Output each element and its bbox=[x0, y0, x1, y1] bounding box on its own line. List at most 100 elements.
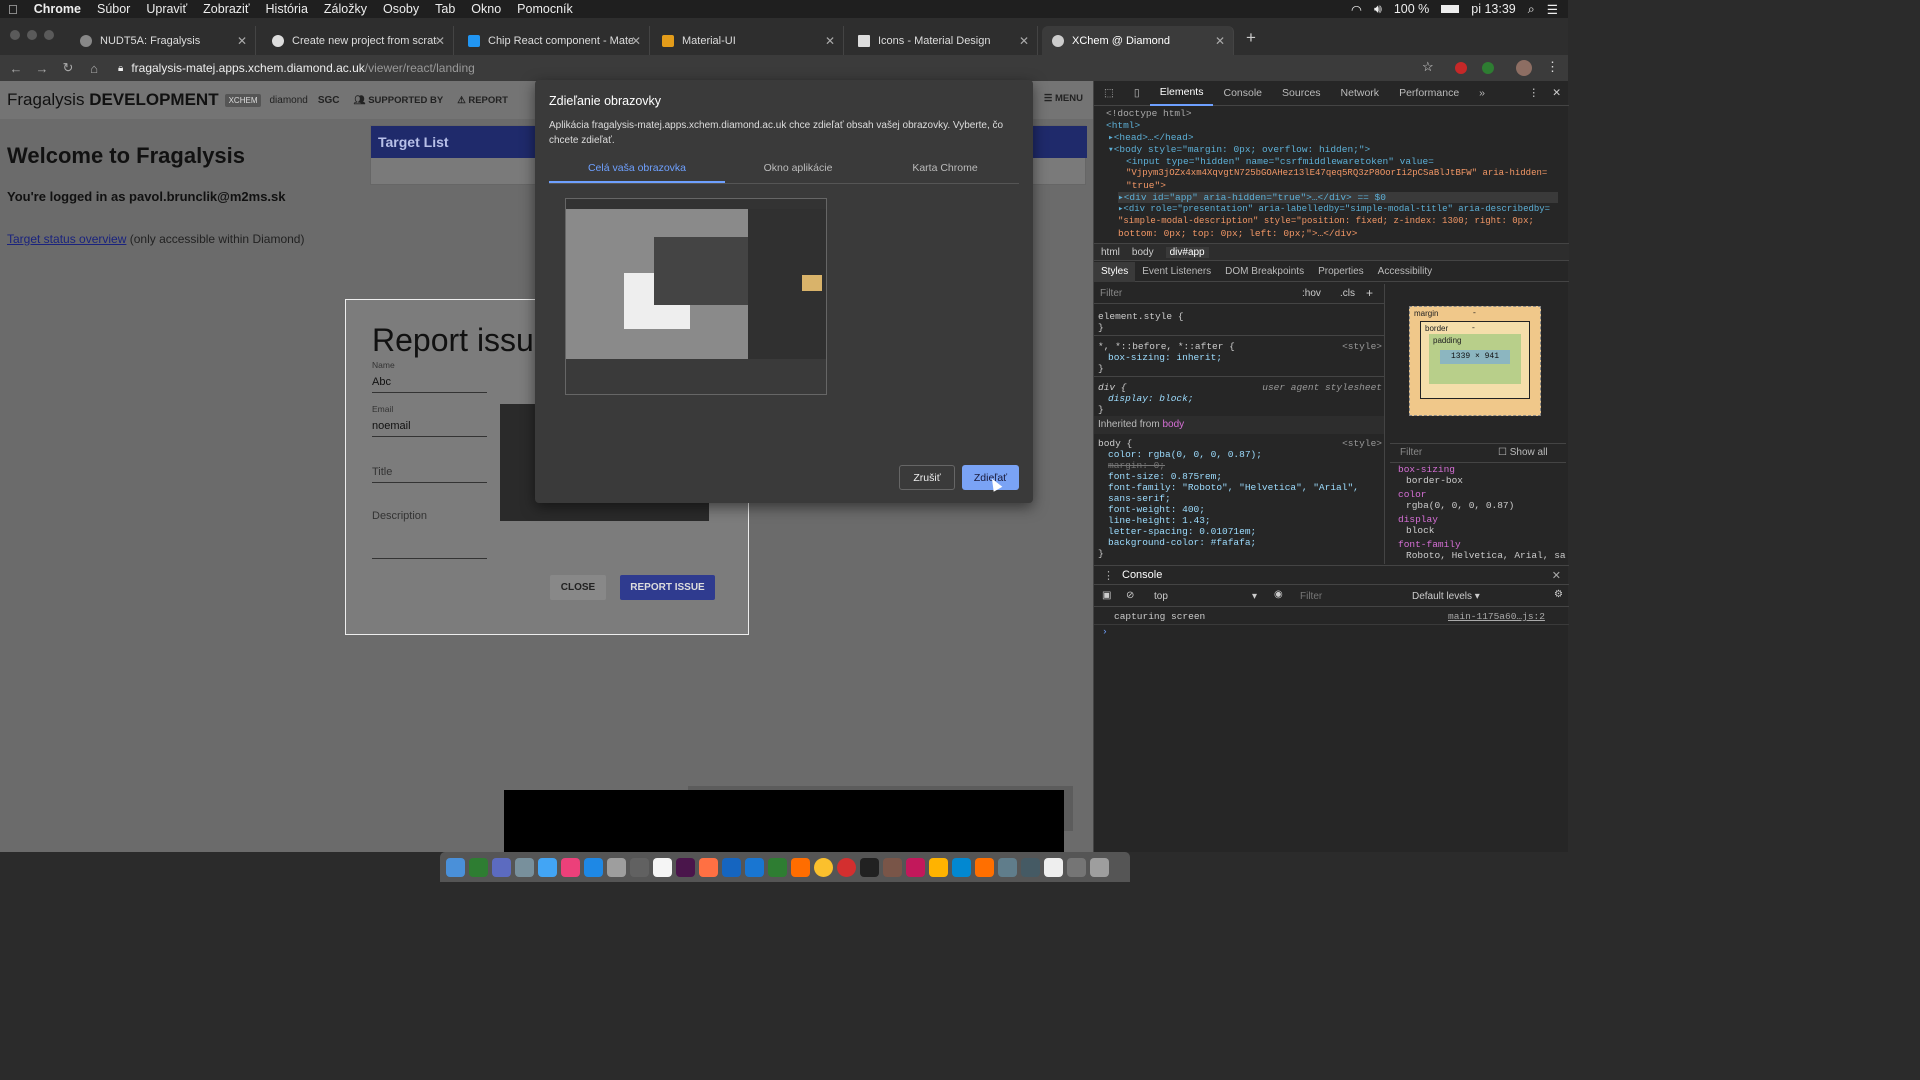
clock[interactable]: pi 13:39 bbox=[1471, 2, 1515, 16]
tab-sources[interactable]: Sources bbox=[1272, 87, 1331, 99]
menu-bookmarks[interactable]: Záložky bbox=[316, 2, 375, 16]
tab-styles[interactable]: Styles bbox=[1094, 261, 1136, 282]
battery-percent[interactable]: 100 % bbox=[1394, 2, 1429, 16]
devtools-menu-icon[interactable]: ⋮ bbox=[1529, 87, 1540, 99]
slack-icon[interactable] bbox=[676, 857, 695, 877]
app-store-icon[interactable] bbox=[584, 857, 603, 877]
computed-filter[interactable]: Filter ☐ Show all bbox=[1390, 443, 1566, 463]
log-levels-select[interactable]: Default levels ▾ bbox=[1412, 591, 1480, 602]
notes-icon[interactable] bbox=[883, 857, 902, 877]
xcode-icon[interactable] bbox=[722, 857, 741, 877]
device-toolbar-icon[interactable]: ▯ bbox=[1124, 87, 1150, 99]
menu-help[interactable]: Pomocník bbox=[509, 2, 581, 16]
messages-icon[interactable] bbox=[538, 857, 557, 877]
zoom-window-icon[interactable] bbox=[44, 30, 54, 40]
css-declaration[interactable]: color: rgba(0, 0, 0, 0.87); bbox=[1108, 449, 1262, 460]
window-controls[interactable] bbox=[10, 30, 54, 40]
intellij-icon[interactable] bbox=[906, 857, 925, 877]
inherited-tag[interactable]: body bbox=[1162, 419, 1184, 430]
tab-chrome-tab[interactable]: Karta Chrome bbox=[871, 162, 1019, 174]
menu-view[interactable]: Zobraziť bbox=[195, 2, 257, 16]
settings-gear-icon[interactable]: ⚙ bbox=[1554, 589, 1563, 600]
css-declaration[interactable]: letter-spacing: 0.01071em; bbox=[1108, 526, 1256, 537]
dom-line[interactable]: "Vjpym3jOZx4xm4XqvgtN725bGOAHez13lE47qeq… bbox=[1126, 168, 1547, 178]
menu-file[interactable]: Súbor bbox=[89, 2, 138, 16]
css-line[interactable]: element.style { bbox=[1098, 311, 1184, 322]
tab-nudt5a[interactable]: NUDT5A: Fragalysis ✕ bbox=[70, 26, 256, 55]
firefox-icon[interactable] bbox=[791, 857, 810, 877]
music-icon[interactable] bbox=[561, 857, 580, 877]
css-declaration[interactable]: background-color: #fafafa; bbox=[1108, 537, 1256, 548]
dom-line[interactable]: ▸<div role="presentation" aria-labelledb… bbox=[1118, 204, 1550, 214]
wifi-icon[interactable]: ◠ bbox=[1351, 2, 1362, 17]
console-source-link[interactable]: main-1175a60…js:2 bbox=[1448, 611, 1545, 622]
downloads-folder-icon[interactable] bbox=[1021, 857, 1040, 877]
close-tab-icon[interactable]: ✕ bbox=[435, 34, 445, 48]
trash-icon[interactable] bbox=[1090, 857, 1109, 877]
cls-toggle[interactable]: .cls bbox=[1340, 288, 1355, 299]
email-input[interactable]: noemail bbox=[372, 420, 487, 432]
dom-line[interactable]: bottom: 0px; top: 0px; left: 0px;">…</di… bbox=[1118, 228, 1357, 239]
crumb-div-app[interactable]: div#app bbox=[1165, 246, 1209, 258]
tab-network[interactable]: Network bbox=[1331, 87, 1390, 99]
bookmark-star-icon[interactable]: ☆ bbox=[1422, 59, 1434, 75]
rule-source-link[interactable]: <style> bbox=[1342, 438, 1382, 449]
close-tab-icon[interactable]: ✕ bbox=[1215, 34, 1225, 48]
close-tab-icon[interactable]: ✕ bbox=[1019, 34, 1029, 48]
close-drawer-icon[interactable]: ✕ bbox=[1552, 569, 1561, 582]
css-declaration[interactable]: font-family: "Roboto", "Helvetica", "Ari… bbox=[1108, 482, 1359, 493]
menu-tab[interactable]: Tab bbox=[427, 2, 463, 16]
opera-icon[interactable] bbox=[837, 857, 856, 877]
dom-line[interactable]: "simple-modal-description" style="positi… bbox=[1118, 216, 1534, 226]
dom-line[interactable]: ▸<head>…</head> bbox=[1108, 132, 1194, 143]
documents-folder-icon[interactable] bbox=[1044, 857, 1063, 877]
tab-material-ui[interactable]: Material-UI ✕ bbox=[652, 26, 844, 55]
apple-icon[interactable]:  bbox=[0, 2, 26, 17]
dom-line[interactable]: "true"> bbox=[1126, 180, 1166, 191]
ublock-icon[interactable] bbox=[1455, 62, 1467, 74]
tab-application-window[interactable]: Okno aplikácie bbox=[725, 162, 871, 174]
excel-icon[interactable] bbox=[768, 857, 787, 877]
menu-window[interactable]: Okno bbox=[463, 2, 509, 16]
tab-properties[interactable]: Properties bbox=[1311, 266, 1371, 277]
report-issue-submit-button[interactable]: REPORT ISSUE bbox=[620, 575, 715, 600]
css-declaration[interactable]: font-weight: 400; bbox=[1108, 504, 1205, 515]
css-rule-body[interactable]: body {<style> bbox=[1098, 438, 1382, 449]
styles-filter-input[interactable]: Filter :hov .cls + bbox=[1094, 284, 1384, 304]
more-tabs-icon[interactable]: » bbox=[1469, 87, 1495, 99]
menu-history[interactable]: História bbox=[258, 2, 316, 16]
tab-accessibility[interactable]: Accessibility bbox=[1371, 266, 1439, 277]
supported-by-button[interactable]: 👥︎ SUPPORTED BY bbox=[354, 95, 444, 106]
word-icon[interactable] bbox=[745, 857, 764, 877]
report-button[interactable]: ⚠︎ REPORT bbox=[457, 95, 508, 106]
tab-dom-breakpoints[interactable]: DOM Breakpoints bbox=[1218, 266, 1311, 277]
tab-xchem[interactable]: XChem @ Diamond ✕ bbox=[1042, 26, 1234, 55]
computed-prop[interactable]: display block bbox=[1398, 514, 1568, 536]
dom-line[interactable]: ▾<body style="margin: 0px; overflow: hid… bbox=[1108, 144, 1370, 155]
title-input[interactable]: Title bbox=[372, 466, 487, 478]
sidebar-toggle-icon[interactable]: ▣ bbox=[1102, 590, 1111, 601]
terminal-icon[interactable] bbox=[860, 857, 879, 877]
tab-entire-screen[interactable]: Celá vaša obrazovka bbox=[549, 162, 725, 174]
new-tab-button[interactable]: + bbox=[1246, 28, 1256, 48]
volume-icon[interactable]: 🔊︎ bbox=[1374, 2, 1382, 17]
back-icon[interactable]: ← bbox=[6, 61, 26, 76]
eye-icon[interactable]: ◉ bbox=[1274, 589, 1283, 600]
close-window-icon[interactable] bbox=[10, 30, 20, 40]
console-filter-input[interactable]: Filter bbox=[1300, 591, 1322, 602]
console-prompt[interactable]: › bbox=[1102, 626, 1108, 637]
name-field[interactable]: Name Abc bbox=[372, 360, 487, 393]
close-tab-icon[interactable]: ✕ bbox=[825, 34, 835, 48]
drawer-menu-icon[interactable]: ⋮ bbox=[1103, 569, 1114, 582]
show-all-checkbox[interactable]: ☐ Show all bbox=[1498, 447, 1548, 458]
dom-line-selected[interactable]: ▸<div id="app" aria-hidden="true">…</div… bbox=[1118, 192, 1558, 203]
title-field[interactable]: Title bbox=[372, 466, 487, 483]
dom-line[interactable]: <input type="hidden" name="csrfmiddlewar… bbox=[1126, 156, 1434, 167]
brand-title[interactable]: Fragalysis DEVELOPMENT bbox=[0, 90, 219, 110]
postman-icon[interactable] bbox=[699, 857, 718, 877]
avatar[interactable] bbox=[1516, 60, 1532, 76]
tab-github[interactable]: Create new project from scratch ✕ bbox=[262, 26, 454, 55]
system-preferences-icon[interactable] bbox=[630, 857, 649, 877]
description-field[interactable]: Description bbox=[372, 510, 487, 559]
css-rule-universal[interactable]: *, *::before, *::after {<style> bbox=[1098, 341, 1382, 352]
